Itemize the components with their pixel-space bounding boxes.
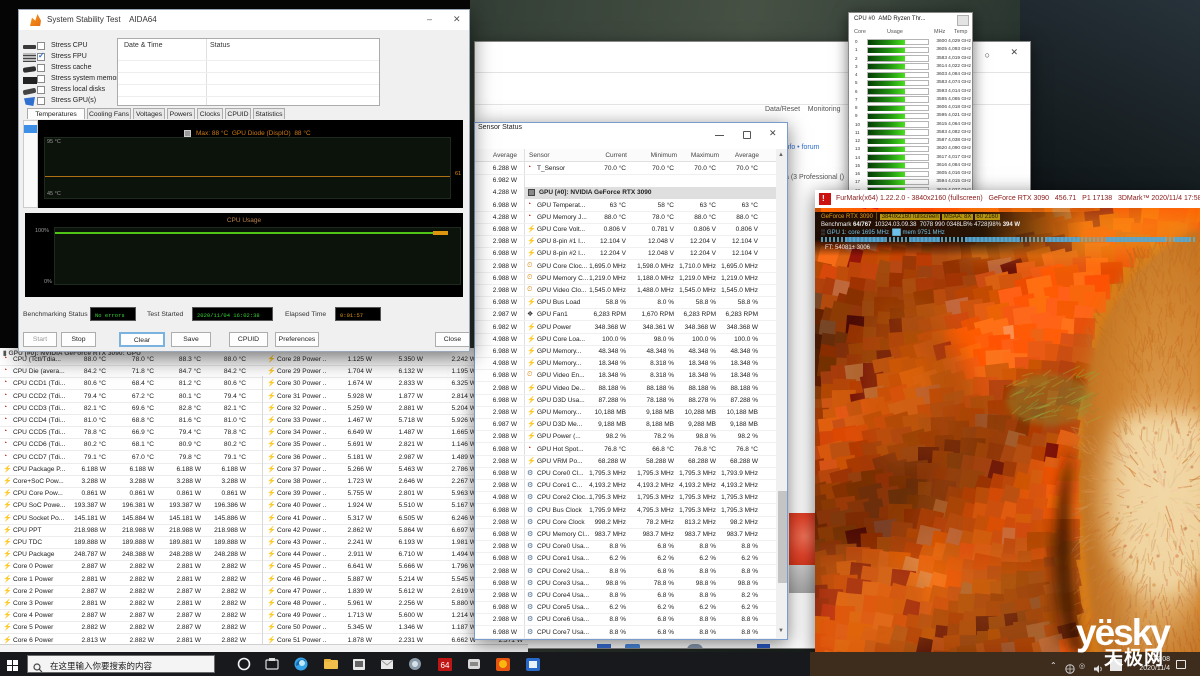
- svg-text:64: 64: [441, 661, 450, 670]
